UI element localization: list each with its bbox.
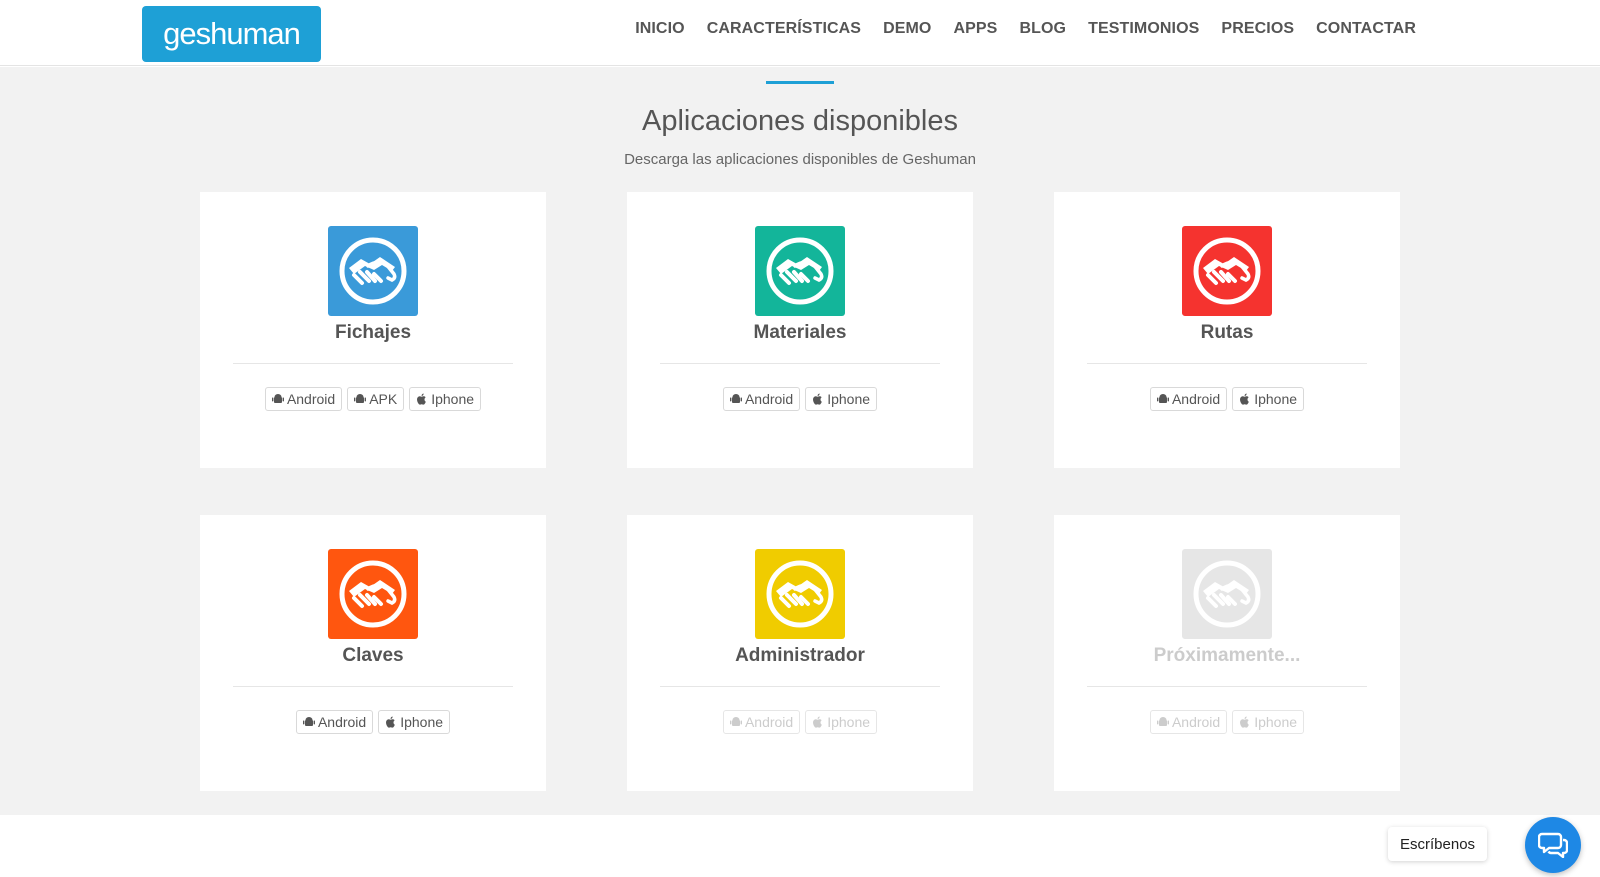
app-name: Fichajes bbox=[334, 322, 412, 343]
download-iphone-button[interactable]: Iphone bbox=[805, 387, 878, 411]
handshake-icon bbox=[328, 549, 418, 639]
nav-item-inicio[interactable]: INICIO bbox=[635, 20, 685, 38]
app-card-rutas: Rutas Android Iphone bbox=[1054, 192, 1400, 468]
download-button-label: Iphone bbox=[827, 391, 871, 407]
download-button-label: Android bbox=[1171, 714, 1221, 730]
download-apk-button[interactable]: APK bbox=[347, 387, 405, 411]
download-buttons: Android APK Iphone bbox=[200, 387, 546, 411]
download-android-button[interactable]: Android bbox=[722, 710, 801, 734]
android-icon bbox=[729, 716, 742, 728]
download-button-label: Iphone bbox=[827, 714, 871, 730]
download-button-label: Iphone bbox=[431, 391, 475, 407]
apple-icon bbox=[1239, 393, 1251, 405]
app-name: Próximamente... bbox=[1153, 645, 1301, 666]
app-name: Rutas bbox=[1200, 322, 1254, 343]
nav-item-testimonios[interactable]: TESTIMONIOS bbox=[1088, 20, 1199, 38]
logo-text: geshuman bbox=[163, 16, 301, 51]
card-divider bbox=[1087, 686, 1367, 687]
card-divider bbox=[1087, 363, 1367, 364]
app-name: Materiales bbox=[753, 322, 847, 343]
apple-icon bbox=[416, 393, 428, 405]
android-icon bbox=[271, 393, 284, 405]
nav-item-blog[interactable]: BLOG bbox=[1019, 20, 1066, 38]
handshake-icon bbox=[328, 226, 418, 316]
section-title: Aplicaciones disponibles bbox=[642, 105, 958, 137]
download-buttons: Android Iphone bbox=[627, 710, 973, 734]
card-divider bbox=[233, 363, 513, 364]
section-accent-line bbox=[766, 81, 834, 84]
handshake-icon bbox=[1182, 226, 1272, 316]
download-button-label: Android bbox=[744, 714, 794, 730]
handshake-icon bbox=[755, 226, 845, 316]
app-card-materiales: Materiales Android Iphone bbox=[627, 192, 973, 468]
download-button-label: APK bbox=[369, 391, 398, 407]
card-divider bbox=[233, 686, 513, 687]
download-android-button[interactable]: Android bbox=[722, 387, 801, 411]
handshake-icon bbox=[1182, 549, 1272, 639]
download-buttons: Android Iphone bbox=[1054, 387, 1400, 411]
apple-icon bbox=[812, 716, 824, 728]
download-iphone-button[interactable]: Iphone bbox=[1232, 387, 1305, 411]
app-name: Claves bbox=[342, 645, 404, 666]
download-button-label: Iphone bbox=[400, 714, 444, 730]
nav-item-precios[interactable]: PRECIOS bbox=[1221, 20, 1294, 38]
download-buttons: Android Iphone bbox=[1054, 710, 1400, 734]
chat-button[interactable] bbox=[1525, 817, 1581, 873]
chat-label[interactable]: Escríbenos bbox=[1388, 827, 1488, 861]
download-button-label: Iphone bbox=[1254, 714, 1298, 730]
handshake-icon bbox=[755, 549, 845, 639]
download-button-label: Android bbox=[317, 714, 367, 730]
card-divider bbox=[660, 686, 940, 687]
download-buttons: Android Iphone bbox=[627, 387, 973, 411]
nav-item-contactar[interactable]: CONTACTAR bbox=[1316, 20, 1416, 38]
apple-icon bbox=[1239, 716, 1251, 728]
download-android-button[interactable]: Android bbox=[1149, 387, 1228, 411]
download-android-button[interactable]: Android bbox=[264, 387, 343, 411]
download-button-label: Iphone bbox=[1254, 391, 1298, 407]
nav-item-caracteristicas[interactable]: CARACTERÍSTICAS bbox=[707, 20, 861, 38]
download-button-label: Android bbox=[744, 391, 794, 407]
main-nav: INICIO CARACTERÍSTICAS DEMO APPS BLOG TE… bbox=[635, 20, 1416, 38]
chat-bubbles-icon bbox=[1538, 832, 1568, 858]
android-icon bbox=[302, 716, 315, 728]
section-subtitle: Descarga las aplicaciones disponibles de… bbox=[624, 151, 976, 168]
apps-section: Aplicaciones disponibles Descarga las ap… bbox=[0, 67, 1600, 815]
apple-icon bbox=[812, 393, 824, 405]
apple-icon bbox=[385, 716, 397, 728]
download-button-label: Android bbox=[286, 391, 336, 407]
geshuman-logo[interactable]: geshuman bbox=[142, 6, 321, 62]
app-card-fichajes: Fichajes Android APK Iphone bbox=[200, 192, 546, 468]
card-divider bbox=[660, 363, 940, 364]
android-icon bbox=[729, 393, 742, 405]
download-iphone-button[interactable]: Iphone bbox=[378, 710, 451, 734]
download-button-label: Android bbox=[1171, 391, 1221, 407]
android-icon bbox=[1156, 393, 1169, 405]
download-iphone-button[interactable]: Iphone bbox=[1232, 710, 1305, 734]
nav-item-demo[interactable]: DEMO bbox=[883, 20, 931, 38]
app-card-administrador: Administrador Android Iphone bbox=[627, 515, 973, 791]
nav-item-apps[interactable]: APPS bbox=[953, 20, 997, 38]
android-icon bbox=[1156, 716, 1169, 728]
site-header: geshuman INICIO CARACTERÍSTICAS DEMO APP… bbox=[0, 0, 1600, 66]
app-name: Administrador bbox=[735, 645, 865, 666]
app-card-proximamente: Próximamente... Android Iphone bbox=[1054, 515, 1400, 791]
download-android-button[interactable]: Android bbox=[1149, 710, 1228, 734]
download-iphone-button[interactable]: Iphone bbox=[805, 710, 878, 734]
android-icon bbox=[354, 393, 367, 405]
download-buttons: Android Iphone bbox=[200, 710, 546, 734]
app-card-claves: Claves Android Iphone bbox=[200, 515, 546, 791]
download-android-button[interactable]: Android bbox=[295, 710, 374, 734]
download-iphone-button[interactable]: Iphone bbox=[409, 387, 482, 411]
